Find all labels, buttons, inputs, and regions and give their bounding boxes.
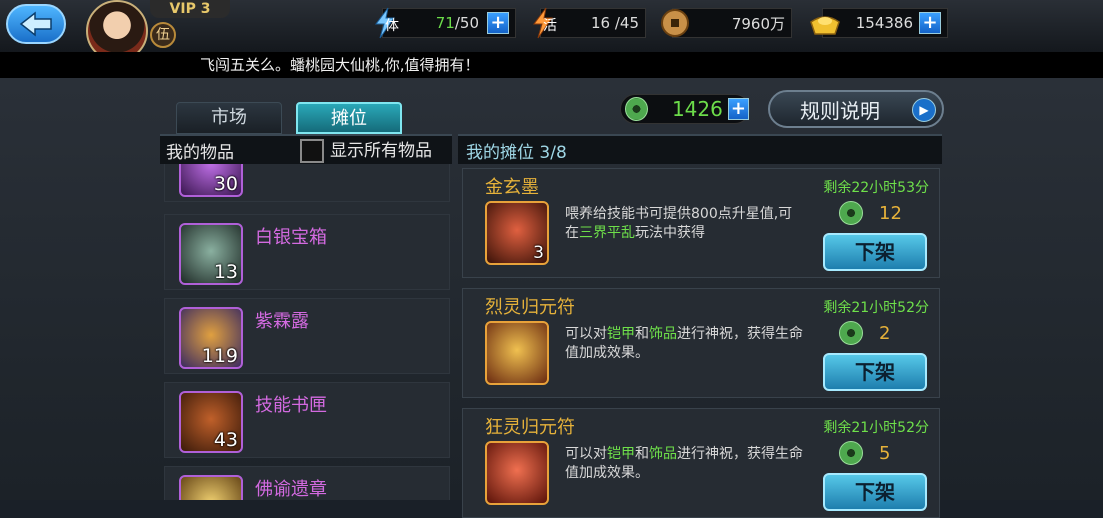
desc-highlight: 铠甲	[607, 446, 635, 462]
item-name: 白银宝箱	[255, 227, 327, 248]
tab-stall[interactable]: 摊位	[296, 102, 402, 134]
item-name: 佛谕遗章	[255, 479, 327, 500]
list-item[interactable]: 43 技能书匣	[164, 382, 450, 458]
ink-brush-icon[interactable]: 3	[485, 201, 549, 265]
desc-text: 可以对	[565, 326, 607, 342]
show-all-label[interactable]: 显示所有物品	[330, 136, 432, 166]
stamina-current: 71	[435, 14, 455, 32]
my-stall-title: 我的摊位 3/8	[466, 142, 567, 163]
stamina-max: /50	[454, 14, 479, 32]
activity-icon-label: 活	[543, 18, 557, 34]
listing-qty: 3	[533, 243, 544, 263]
rank-badge: 伍	[150, 22, 176, 48]
desc-highlight: 铠甲	[607, 326, 635, 342]
list-item[interactable]: 30	[164, 164, 450, 202]
desc-text: 可以对	[565, 446, 607, 462]
remove-listing-button[interactable]: 下架	[823, 233, 927, 271]
listing-price: 2	[839, 321, 890, 345]
tab-market[interactable]: 市场	[176, 102, 282, 134]
gold-value: 154386	[855, 14, 913, 32]
desc-highlight: 饰品	[649, 446, 677, 462]
jade-coin-icon	[839, 441, 863, 465]
listing-name: 烈灵归元符	[485, 297, 575, 318]
item-qty: 43	[213, 429, 238, 451]
back-button[interactable]	[6, 4, 66, 44]
item-name: 技能书匣	[255, 395, 327, 416]
stamina-icon-label: 体	[385, 18, 399, 34]
my-items-title: 我的物品	[166, 142, 234, 163]
listing-timer: 剩余21小时52分	[823, 420, 929, 436]
jade-coin-icon	[625, 97, 648, 121]
scroll-icon	[179, 475, 243, 500]
rules-button[interactable]: 规则说明 ▶	[768, 90, 944, 128]
list-item[interactable]: 119 紫霖露	[164, 298, 450, 374]
listing-name: 狂灵归元符	[485, 417, 575, 438]
vip-badge[interactable]: VIP 3	[150, 0, 230, 18]
item-qty: 30	[213, 173, 238, 195]
desc-highlight: 饰品	[649, 326, 677, 342]
list-item[interactable]: 佛谕遗章	[164, 466, 450, 500]
stall-listing: 金玄墨 3 喂养给技能书可提供800点升星值,可在三界平乱玩法中获得 剩余22小…	[462, 168, 940, 278]
show-all-checkbox[interactable]	[300, 139, 324, 163]
jade-coin-icon	[839, 321, 863, 345]
remove-listing-button[interactable]: 下架	[823, 473, 927, 511]
item-qty: 119	[201, 345, 238, 367]
listing-description: 可以对铠甲和饰品进行神祝，获得生命值加成效果。	[565, 325, 803, 363]
desc-text: 玩法中获得	[635, 225, 705, 241]
add-stamina-button[interactable]: +	[487, 12, 509, 34]
my-items-list[interactable]: 30 13 白银宝箱 119 紫霖露 43 技能书匣 佛谕遗章	[160, 164, 452, 500]
item-icon: 30	[179, 164, 243, 197]
skill-book-box-icon: 43	[179, 391, 243, 453]
stall-listing: 狂灵归元符 可以对铠甲和饰品进行神祝，获得生命值加成效果。 剩余21小时52分 …	[462, 408, 940, 518]
jade-currency: 1426 +	[620, 94, 750, 124]
silver-chest-icon: 13	[179, 223, 243, 285]
listing-timer: 剩余21小时52分	[823, 300, 929, 316]
back-arrow-icon	[19, 11, 52, 37]
stall-listing: 烈灵归元符 可以对铠甲和饰品进行神祝，获得生命值加成效果。 剩余21小时52分 …	[462, 288, 940, 398]
jade-value: 1426	[671, 97, 723, 121]
my-items-header: 我的物品 显示所有物品	[160, 134, 452, 164]
desc-text: 和	[635, 446, 649, 462]
add-jade-button[interactable]: +	[727, 98, 749, 120]
item-qty: 13	[213, 261, 238, 283]
rules-button-label: 规则说明	[800, 98, 880, 123]
add-gold-button[interactable]: +	[919, 12, 941, 34]
announcement-ticker: 飞闯五关么。蟠桃园大仙桃,你,值得拥有！	[0, 52, 1103, 78]
top-bar: VIP 3 伍 体 71 /50 + 活 16 /45 7960万 154386…	[0, 0, 1103, 62]
talisman-icon[interactable]	[485, 441, 549, 505]
copper-value: 7960万	[731, 14, 785, 33]
ticker-text: 飞闯五关么。蟠桃园大仙桃,你,值得拥有！	[200, 56, 480, 74]
listing-description: 喂养给技能书可提供800点升星值,可在三界平乱玩法中获得	[565, 205, 803, 243]
price-value: 2	[879, 322, 891, 344]
activity-value: 16 /45	[591, 14, 639, 32]
listing-description: 可以对铠甲和饰品进行神祝，获得生命值加成效果。	[565, 445, 803, 483]
listing-name: 金玄墨	[485, 177, 539, 198]
desc-text: 和	[635, 326, 649, 342]
copper-coin-icon	[657, 5, 693, 41]
desc-highlight: 三界平乱	[579, 225, 635, 241]
stamina-resource: 体 71 /50 +	[375, 7, 516, 39]
play-arrow-icon: ▶	[912, 98, 936, 122]
price-value: 5	[879, 442, 891, 464]
talisman-icon[interactable]	[485, 321, 549, 385]
my-stall-header: 我的摊位 3/8	[458, 134, 942, 164]
item-name: 紫霖露	[255, 311, 309, 332]
gold-ingot-icon	[807, 5, 843, 41]
potion-bottle-icon: 119	[179, 307, 243, 369]
listing-price: 5	[839, 441, 890, 465]
price-value: 12	[879, 202, 902, 224]
activity-resource: 活 16 /45	[533, 7, 646, 39]
copper-resource: 7960万	[661, 8, 792, 38]
list-item[interactable]: 13 白银宝箱	[164, 214, 450, 290]
listing-timer: 剩余22小时53分	[823, 180, 929, 196]
remove-listing-button[interactable]: 下架	[823, 353, 927, 391]
listing-price: 12	[839, 201, 902, 225]
gold-resource: 154386 +	[810, 8, 948, 38]
jade-coin-icon	[839, 201, 863, 225]
